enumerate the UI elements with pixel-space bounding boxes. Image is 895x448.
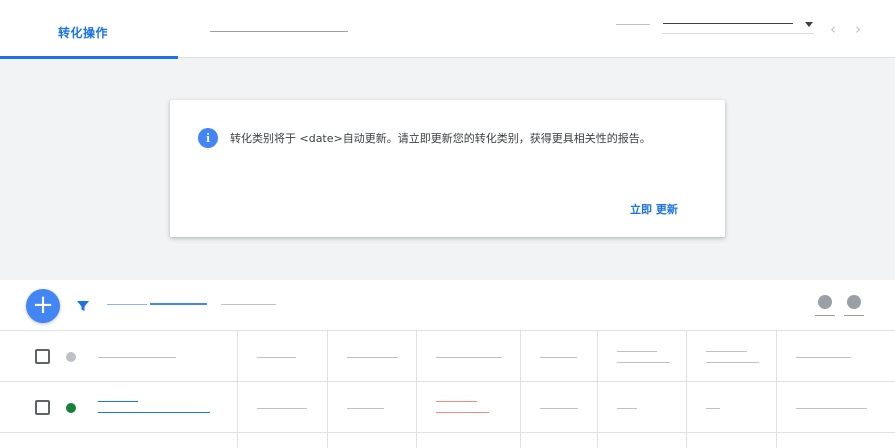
cell-value <box>257 408 307 409</box>
add-icon[interactable]: + <box>26 289 60 323</box>
info-icon: i <box>198 128 218 148</box>
cell-value <box>706 362 759 363</box>
filter-add-link[interactable] <box>221 304 276 305</box>
cell-value <box>796 357 851 358</box>
row-checkbox[interactable] <box>35 400 50 415</box>
table-row[interactable] <box>0 382 895 433</box>
segment-icon-label <box>815 315 835 316</box>
status-dot-icon <box>66 352 76 362</box>
cell-value <box>617 408 637 409</box>
notice-message: 转化类别将于 <date>自动更新。请立即更新您的转化类别，获得更具相关性的报告… <box>230 132 651 145</box>
cell-value <box>706 351 747 352</box>
table-row[interactable] <box>0 331 895 382</box>
conversion-name[interactable] <box>98 357 176 358</box>
filter-chip-label[interactable] <box>107 304 147 305</box>
cell-value <box>347 408 384 409</box>
table-toolbar: + <box>0 280 895 331</box>
segment-icon[interactable] <box>818 295 832 309</box>
tab-conversion-actions-label: 转化操作 <box>58 26 109 40</box>
date-range-value <box>663 23 793 24</box>
cell-value <box>617 362 670 363</box>
cell-value <box>796 408 867 409</box>
cell-value <box>540 408 578 409</box>
cell-warning-value <box>436 401 477 402</box>
chevron-right-icon[interactable]: › <box>851 20 865 38</box>
cell-value <box>706 408 720 409</box>
filter-icon[interactable] <box>76 299 90 313</box>
top-tab-bar: 转化操作 ‹ › <box>0 0 895 59</box>
chevron-left-icon[interactable]: ‹ <box>826 20 840 38</box>
cell-value <box>436 357 502 358</box>
cell-warning-value <box>436 412 489 413</box>
row-checkbox[interactable] <box>35 349 50 364</box>
date-range-select[interactable] <box>662 14 814 34</box>
cell-value <box>347 357 398 358</box>
update-now-button[interactable]: 立即 更新 <box>630 201 678 217</box>
filter-chip-value[interactable] <box>150 303 207 305</box>
tab-conversion-actions[interactable]: 转化操作 <box>0 0 178 59</box>
conversion-name-link[interactable] <box>98 401 138 402</box>
status-dot-icon <box>66 403 76 413</box>
tab-secondary[interactable] <box>210 31 348 32</box>
table-row[interactable] <box>0 433 895 448</box>
cell-value <box>540 357 577 358</box>
cell-value <box>617 351 657 352</box>
tab-active-indicator <box>0 56 178 59</box>
category-update-notice: i 转化类别将于 <date>自动更新。请立即更新您的转化类别，获得更具相关性的… <box>170 100 725 237</box>
columns-icon[interactable] <box>847 295 861 309</box>
conversion-table-section: + <box>0 280 895 448</box>
date-range-label <box>616 24 650 25</box>
cell-value <box>257 357 296 358</box>
caret-down-icon <box>805 22 813 27</box>
conversion-name-link[interactable] <box>98 412 210 413</box>
columns-icon-label <box>844 315 864 316</box>
